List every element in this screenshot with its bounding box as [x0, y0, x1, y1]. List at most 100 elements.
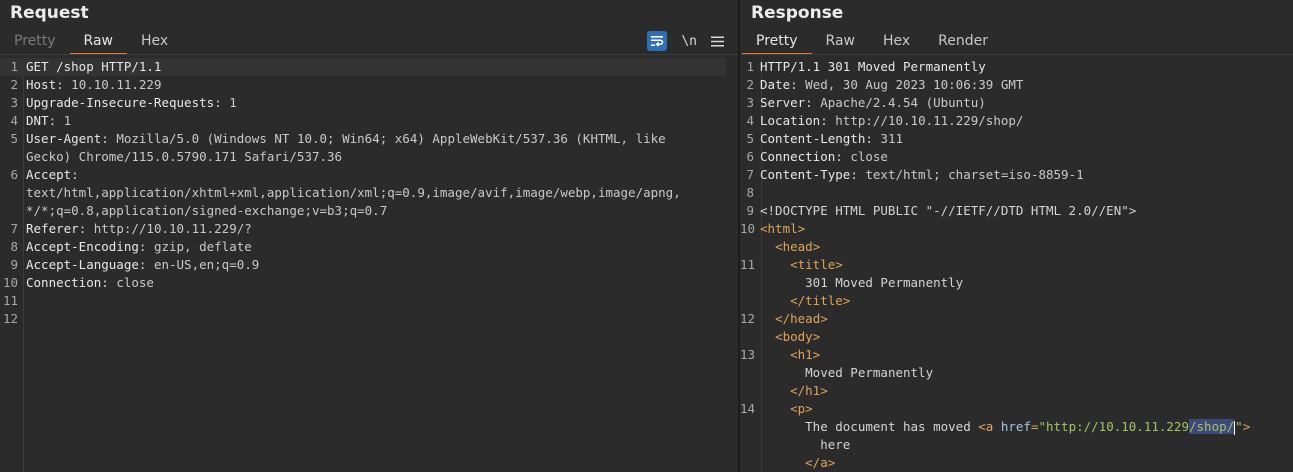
header-name: Date: [760, 77, 791, 92]
word-wrap-icon[interactable]: [647, 31, 668, 51]
response-line: 2 Date: Wed, 30 Aug 2023 10:06:39 GMT: [740, 76, 1293, 94]
request-continuation-line: Gecko) Chrome/115.0.5790.171 Safari/537.…: [0, 148, 738, 166]
anchor-text: here: [820, 437, 851, 452]
href-path-selection[interactable]: /shop/: [1189, 419, 1235, 434]
request-line: 12: [0, 310, 738, 328]
line-number: 1: [746, 59, 754, 74]
href-host: http://10.10.11.229: [1046, 419, 1189, 434]
response-title: Response: [751, 3, 844, 23]
line-number: 3: [10, 95, 18, 110]
line-number: 9: [10, 257, 18, 272]
header-value: close: [116, 275, 154, 290]
line-number: 4: [746, 113, 754, 128]
request-line: 1 GET /shop HTTP/1.1: [0, 58, 726, 76]
response-tab-hex[interactable]: Hex: [869, 30, 924, 54]
request-tab-raw[interactable]: Raw: [69, 30, 128, 55]
header-name: Server: [760, 95, 806, 110]
line-number: 3: [746, 95, 754, 110]
line-number: 5: [746, 131, 754, 146]
line-number: 4: [10, 113, 18, 128]
line-number: 2: [10, 77, 18, 92]
header-name: Host: [26, 77, 57, 92]
line-number: 7: [10, 221, 18, 236]
response-line: 6 Connection: close: [740, 148, 1293, 166]
request-editor[interactable]: 1 GET /shop HTTP/1.1 2 Host: 10.10.11.229 3 U…: [0, 58, 738, 472]
header-value: close: [850, 149, 888, 164]
line-number: 11: [2, 293, 18, 308]
request-line: 6 Accept:: [0, 166, 738, 184]
request-title: Request: [10, 3, 89, 23]
header-value: 311: [880, 131, 903, 146]
response-pane: Response Pretty Raw Hex Render 1 HTTP/1.1…: [740, 0, 1293, 472]
head-open-tag: <head>: [775, 239, 821, 254]
line-number: 6: [746, 149, 754, 164]
h1-open-tag: <h1>: [790, 347, 821, 362]
header-value: 10.10.11.229: [71, 77, 162, 92]
header-name: Content-Length: [760, 131, 866, 146]
title-close-tag: </title>: [790, 293, 851, 308]
title-open-tag: <title>: [790, 257, 843, 272]
header-value: 1: [229, 95, 237, 110]
request-line: 10 Connection: close: [0, 274, 738, 292]
response-tab-raw[interactable]: Raw: [812, 30, 869, 54]
request-line: 4 DNT: 1: [0, 112, 738, 130]
line-number: 10: [2, 275, 18, 290]
request-line: 11: [0, 292, 738, 310]
response-line: 1 HTTP/1.1 301 Moved Permanently: [740, 58, 1293, 76]
response-editor[interactable]: 1 HTTP/1.1 301 Moved Permanently 2 Date: We…: [740, 58, 1293, 472]
h1-text: Moved Permanently: [805, 365, 934, 380]
show-newlines-button[interactable]: \n: [681, 34, 697, 49]
header-name: Location: [760, 113, 821, 128]
href-attribute: href: [1000, 419, 1031, 434]
request-line: 9 Accept-Language: en-US,en;q=0.9: [0, 256, 738, 274]
request-line: 5 User-Agent: Mozilla/5.0 (Windows NT 10.…: [0, 130, 738, 148]
header-value: Wed, 30 Aug 2023 10:06:39 GMT: [805, 77, 1024, 92]
head-close-tag: </head>: [775, 311, 828, 326]
html-open-tag: <html>: [760, 221, 806, 236]
title-text: 301 Moved Permanently: [805, 275, 964, 290]
response-tab-render[interactable]: Render: [924, 30, 1002, 54]
header-name: Accept-Language: [26, 257, 139, 272]
response-tabs: Pretty Raw Hex Render: [742, 30, 1002, 55]
header-value: text/html,application/xhtml+xml,applicat…: [26, 185, 681, 200]
line-number: 12: [2, 311, 18, 326]
request-line: 3 Upgrade-Insecure-Requests: 1: [0, 94, 738, 112]
header-value: gzip, deflate: [153, 239, 252, 254]
response-line: 5 Content-Length: 311: [740, 130, 1293, 148]
request-line: 8 Accept-Encoding: gzip, deflate: [0, 238, 738, 256]
header-value: Gecko) Chrome/115.0.5790.171 Safari/537.…: [26, 149, 343, 164]
line-number: 6: [10, 167, 18, 182]
line-text: GET /shop HTTP/1.1: [26, 59, 162, 74]
line-number: 8: [10, 239, 18, 254]
request-line: 7 Referer: http://10.10.11.229/?: [0, 220, 738, 238]
line-number: 2: [746, 77, 754, 92]
response-tab-pretty[interactable]: Pretty: [742, 30, 812, 55]
header-value: http://10.10.11.229/?: [93, 221, 252, 236]
response-line: 7 Content-Type: text/html; charset=iso-88…: [740, 166, 1293, 184]
doctype-line: <!DOCTYPE HTML PUBLIC "-//IETF//DTD HTML…: [760, 203, 1137, 218]
header-name: DNT: [26, 113, 49, 128]
line-number: 1: [10, 59, 18, 74]
header-name: Content-Type: [760, 167, 851, 182]
header-value: en-US,en;q=0.9: [153, 257, 260, 272]
header-name: Connection: [26, 275, 102, 290]
request-tab-pretty[interactable]: Pretty: [0, 30, 70, 54]
header-value: text/html; charset=iso-8859-1: [865, 167, 1084, 182]
p-open-tag: <p>: [790, 401, 813, 416]
line-number: 8: [746, 185, 754, 200]
header-value: http://10.10.11.229/shop/: [835, 113, 1024, 128]
request-tab-hex[interactable]: Hex: [127, 30, 182, 54]
header-value: */*;q=0.8,application/signed-exchange;v=…: [26, 203, 388, 218]
header-value: 1: [63, 113, 72, 128]
response-line: 4 Location: http://10.10.11.229/shop/: [740, 112, 1293, 130]
body-open-tag: <body>: [775, 329, 821, 344]
request-tabs: Pretty Raw Hex: [0, 30, 182, 55]
request-continuation-line: */*;q=0.8,application/signed-exchange;v=…: [0, 202, 738, 220]
hamburger-menu-icon[interactable]: [711, 36, 724, 47]
header-name: Connection: [760, 149, 836, 164]
h1-close-tag: </h1>: [790, 383, 828, 398]
request-continuation-line: text/html,application/xhtml+xml,applicat…: [0, 184, 738, 202]
line-number: 5: [10, 131, 18, 146]
line-number: 7: [746, 167, 754, 182]
header-name: Referer: [26, 221, 79, 236]
